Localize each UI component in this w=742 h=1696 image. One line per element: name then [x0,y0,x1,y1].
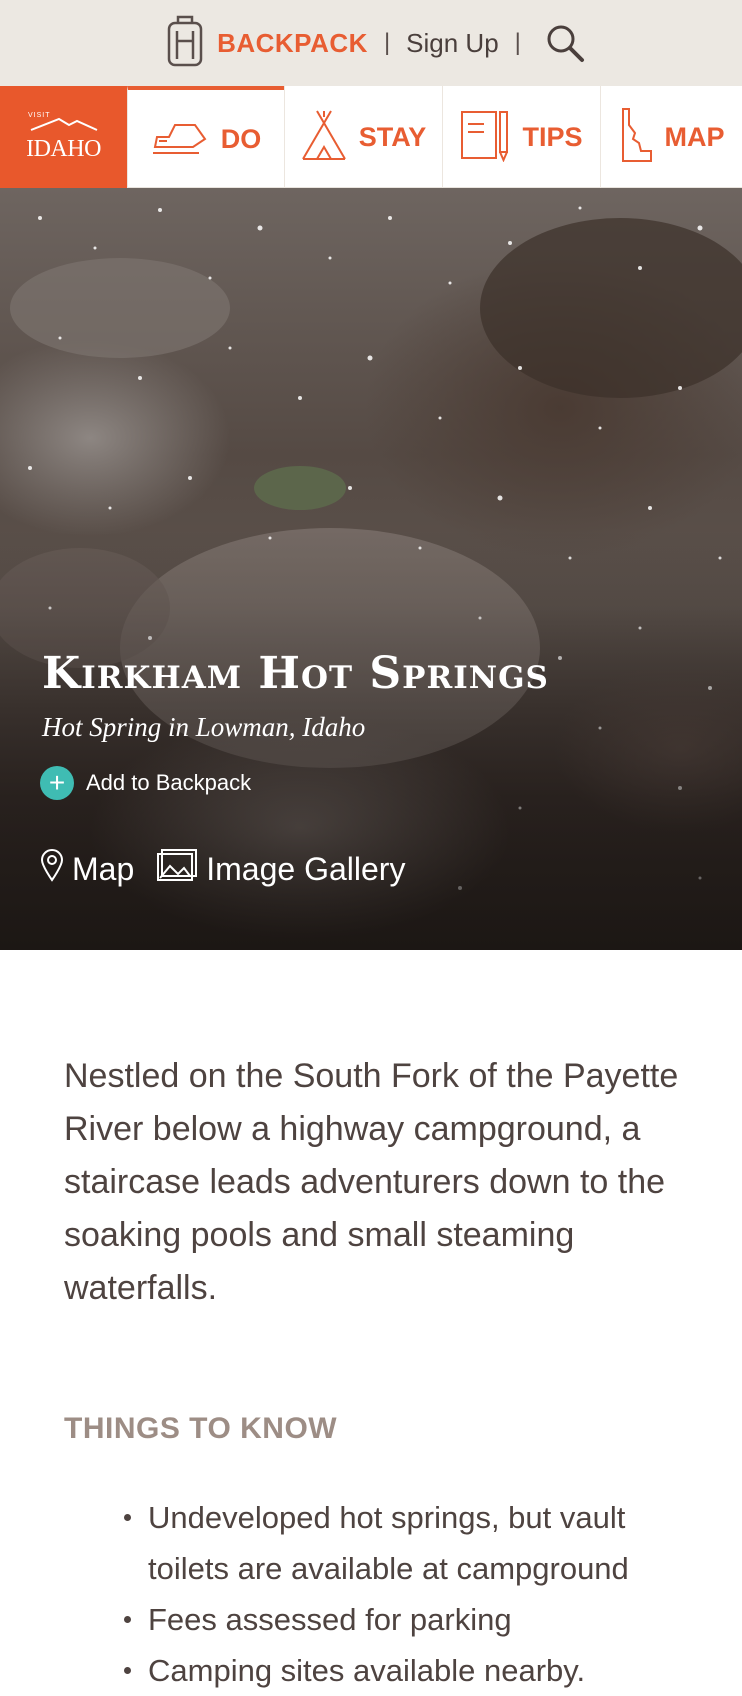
things-to-know-heading: THINGS TO KNOW [64,1412,338,1445]
image-gallery-icon [156,848,198,890]
divider: | [383,29,391,56]
description-paragraph: Nestled on the South Fork of the Payette… [64,1057,679,1307]
notebook-pencil-icon [460,108,510,167]
nav-item-tips[interactable]: TIPS [442,86,600,188]
add-to-backpack-label: Add to Backpack [86,770,252,795]
nav-label-tips: TIPS [522,121,583,152]
things-to-know-list: Undeveloped hot springs, but vault toile… [124,1492,708,1696]
mountain-icon [29,117,99,136]
list-item: Camping sites available nearby. [124,1645,708,1696]
map-pin-icon [40,848,64,890]
nav-item-stay[interactable]: STAY [284,86,442,188]
snowmobile-icon [151,117,209,162]
nav-label-map: MAP [664,121,725,152]
map-link[interactable]: Map [40,848,134,890]
backpack-label: BACKPACK [217,27,368,58]
image-gallery-label: Image Gallery [206,850,406,887]
list-item: Fees assessed for parking [124,1594,708,1645]
nav-label-do: DO [220,123,262,154]
nav-label-stay: STAY [358,121,427,152]
page-subtitle: Hot Spring in Lowman, Idaho [42,712,366,742]
backpack-icon [165,13,205,74]
logo-idaho-text: IDAHO [26,135,101,162]
sign-up-link[interactable]: Sign Up [406,28,499,59]
map-link-label: Map [72,850,135,887]
main-nav: VISIT IDAHO DO STAY TIPS MAP [0,86,742,188]
backpack-link[interactable]: BACKPACK [165,13,368,74]
hero-banner: Kirkham Hot Springs Hot Spring in Lowman… [0,188,742,950]
hero-links: Map Image Gallery [40,848,405,890]
add-to-backpack-button[interactable]: + Add to Backpack [40,766,251,800]
tent-icon [301,109,347,166]
idaho-outline-icon [619,107,653,168]
image-gallery-link[interactable]: Image Gallery [156,848,405,890]
visit-idaho-logo[interactable]: VISIT IDAHO [0,86,127,188]
utility-bar-inner: BACKPACK | Sign Up | [165,13,585,74]
page-title: Kirkham Hot Springs [42,648,549,699]
nav-item-do[interactable]: DO [127,86,284,188]
nav-item-map[interactable]: MAP [600,86,742,188]
utility-bar: BACKPACK | Sign Up | [0,0,742,86]
plus-circle-icon: + [40,766,74,800]
search-icon[interactable] [545,23,585,63]
divider: | [514,29,521,56]
list-item: Undeveloped hot springs, but vault toile… [124,1492,708,1594]
